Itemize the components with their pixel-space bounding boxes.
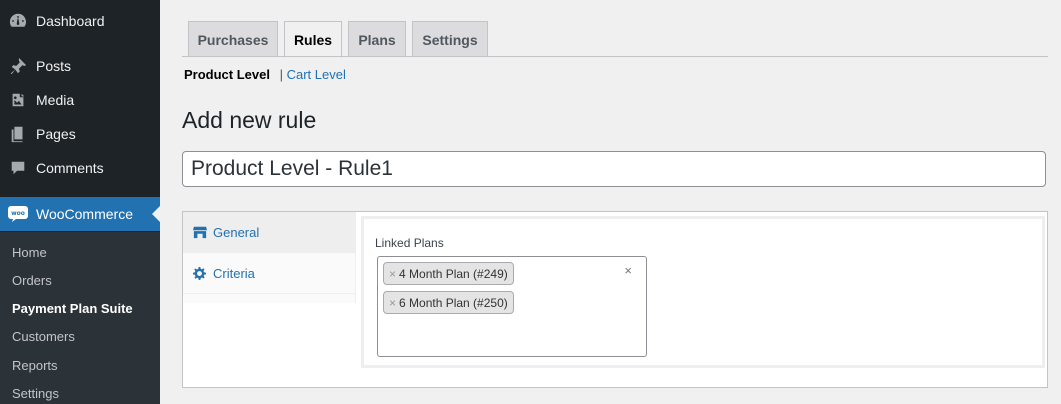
comment-icon [0, 159, 36, 177]
sidebar-item-label: Media [36, 92, 75, 108]
woo-icon: woo [0, 205, 36, 223]
sidebar-item-dashboard[interactable]: Dashboard [0, 4, 160, 38]
subnav-cart-level-link[interactable]: Cart Level [287, 67, 346, 82]
submenu-item-reports[interactable]: Reports [12, 358, 58, 373]
remove-chip-icon[interactable]: × [389, 267, 396, 281]
subnav: Product Level | Cart Level [184, 67, 346, 82]
chip-label: 6 Month Plan (#250) [399, 295, 508, 310]
panel-tabs: General Criteria [183, 212, 356, 303]
remove-chip-icon[interactable]: × [389, 296, 396, 310]
subnav-separator: | [279, 67, 283, 82]
sidebar-item-label: Pages [36, 126, 76, 142]
pin-icon [0, 57, 36, 75]
sidebar-item-woocommerce[interactable]: woo WooCommerce [0, 197, 160, 231]
sidebar-item-comments[interactable]: Comments [0, 151, 160, 185]
pages-icon [0, 125, 36, 143]
rule-settings-panel: General Criteria Linked Plans × 4 Month … [182, 211, 1048, 388]
page-title: Add new rule [182, 107, 317, 133]
store-icon [193, 225, 209, 239]
submenu-item-settings[interactable]: Settings [12, 386, 59, 401]
sidebar-item-media[interactable]: Media [0, 83, 160, 117]
tab-settings[interactable]: Settings [412, 21, 488, 57]
media-icon [0, 91, 36, 109]
tab-purchases[interactable]: Purchases [188, 21, 278, 57]
linked-plans-select[interactable]: × 4 Month Plan (#249) × 6 Month Plan (#2… [377, 256, 647, 357]
sidebar-item-label: WooCommerce [36, 206, 133, 222]
general-tab-content: Linked Plans × 4 Month Plan (#249) × 6 M… [361, 216, 1045, 368]
submenu-item-orders[interactable]: Orders [12, 273, 52, 288]
panel-tab-label: General [213, 224, 260, 240]
rule-name-input[interactable] [182, 151, 1046, 187]
woocommerce-submenu: Home Orders Payment Plan Suite Customers… [0, 232, 160, 404]
admin-sidebar: Dashboard Posts Media Pages Comments woo… [0, 0, 160, 404]
panel-tab-general[interactable]: General [183, 212, 356, 253]
current-menu-arrow [152, 206, 160, 222]
subnav-current: Product Level [184, 67, 270, 82]
sidebar-item-label: Dashboard [36, 13, 105, 29]
gear-icon [193, 266, 209, 280]
tab-rules[interactable]: Rules [284, 21, 342, 58]
submenu-item-customers[interactable]: Customers [12, 329, 75, 344]
svg-text:woo: woo [11, 210, 25, 217]
submenu-item-home[interactable]: Home [12, 245, 47, 260]
sidebar-item-pages[interactable]: Pages [0, 117, 160, 151]
clear-all-icon[interactable]: × [624, 263, 632, 278]
sidebar-item-posts[interactable]: Posts [0, 49, 160, 83]
tab-plans[interactable]: Plans [348, 21, 406, 57]
selected-plan-chip: × 4 Month Plan (#249) [383, 262, 514, 285]
sidebar-item-label: Posts [36, 58, 72, 74]
linked-plans-label: Linked Plans [375, 236, 444, 250]
panel-tab-criteria[interactable]: Criteria [183, 253, 356, 294]
sidebar-item-label: Comments [36, 160, 104, 176]
chip-label: 4 Month Plan (#249) [399, 266, 508, 281]
tab-divider [182, 56, 1048, 57]
submenu-item-payment-plan-suite[interactable]: Payment Plan Suite [12, 301, 133, 316]
dashboard-icon [0, 12, 36, 30]
selected-plan-chip: × 6 Month Plan (#250) [383, 291, 514, 314]
panel-tab-label: Criteria [213, 265, 255, 281]
